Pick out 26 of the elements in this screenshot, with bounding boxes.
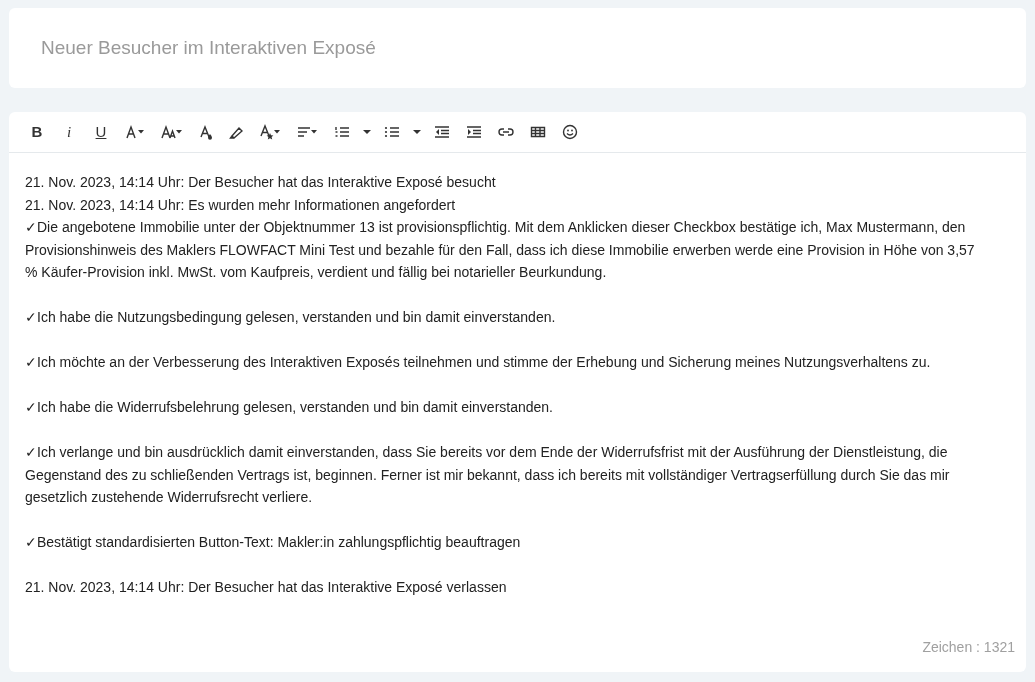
font-size-icon[interactable] — [161, 124, 183, 140]
text-color-icon[interactable] — [199, 124, 213, 140]
text-paragraph: 21. Nov. 2023, 14:14 Uhr: Der Besucher hat das Interaktive Exposé besucht — [25, 173, 497, 192]
text-paragraph: ✓Ich möchte an der Verbesserung des Interaktiven Exposés teilnehmen und stimme der Erhebung und Sicherung meines Nutzungsverhaltens zu. — [25, 353, 932, 372]
indent-icon[interactable] — [466, 124, 482, 140]
title-field[interactable]: Neuer Besucher im Interaktiven Exposé — [9, 8, 1026, 88]
text-paragraph: 21. Nov. 2023, 14:14 Uhr: Es wurden mehr Informationen angefordert — [25, 195, 457, 215]
text-paragraph: ✓Ich verlange und bin ausdrücklich damit einverstanden, dass Sie bereits vor dem Ende der Widerrufsfrist mit der Ausführung der Dienstleistung, die Gegenstand des zu schließenden Vertrags ist, beginnen. Ferner ist mir bekannt, dass ich bereits mit vollständiger Vertragserfüllung durch Sie das mir gesetzlich zustehende Widerrufsrecht verliere. — [25, 443, 951, 507]
table-icon[interactable] — [530, 124, 546, 140]
numbered-list-icon[interactable] — [334, 124, 350, 140]
bold-button[interactable]: B — [21, 118, 53, 146]
italic-button[interactable]: i — [53, 118, 85, 146]
text-paragraph: ✓Ich habe die Widerrufsbelehrung gelesen, verstanden und bin damit einverstanden. — [25, 398, 554, 417]
text-paragraph: ✓Ich habe die Nutzungsbedingung gelesen, verstanden und bin damit einverstanden. — [25, 308, 557, 327]
highlighter-icon[interactable] — [229, 124, 243, 140]
align-icon[interactable] — [297, 124, 318, 140]
emoji-icon[interactable] — [562, 124, 578, 140]
text-paragraph: ✓Die angebotene Immobilie unter der Objektnummer 13 ist provisionspflichtig. Mit dem Anklicken dieser Checkbox bestätige ich, Max Mustermann, den Provisionshinweis des Maklers FLOWFACT Mini Test und bezahle für den Fall, dass ich diese Immobilie erwerben werde eine Provision in Höhe von 3,57 % Käufer-Provision inkl. MwSt. vom Kaufpreis, verdient und fällig bei notarieller Beurkundung. — [25, 218, 976, 282]
underline-button[interactable]: U — [85, 118, 117, 146]
text-paragraph: ✓Bestätigt standardisierten Button-Text: Makler:in zahlungspflichtig beauftragen — [25, 533, 522, 552]
font-icon[interactable] — [125, 124, 145, 140]
font-style-icon[interactable] — [259, 124, 281, 140]
character-count: Zeichen : 1321 — [922, 638, 1015, 657]
outdent-icon[interactable] — [434, 124, 450, 140]
bullet-list-icon[interactable] — [384, 124, 400, 140]
text-paragraph: 21. Nov. 2023, 14:14 Uhr: Der Besucher hat das Interaktive Exposé verlassen — [25, 578, 508, 597]
